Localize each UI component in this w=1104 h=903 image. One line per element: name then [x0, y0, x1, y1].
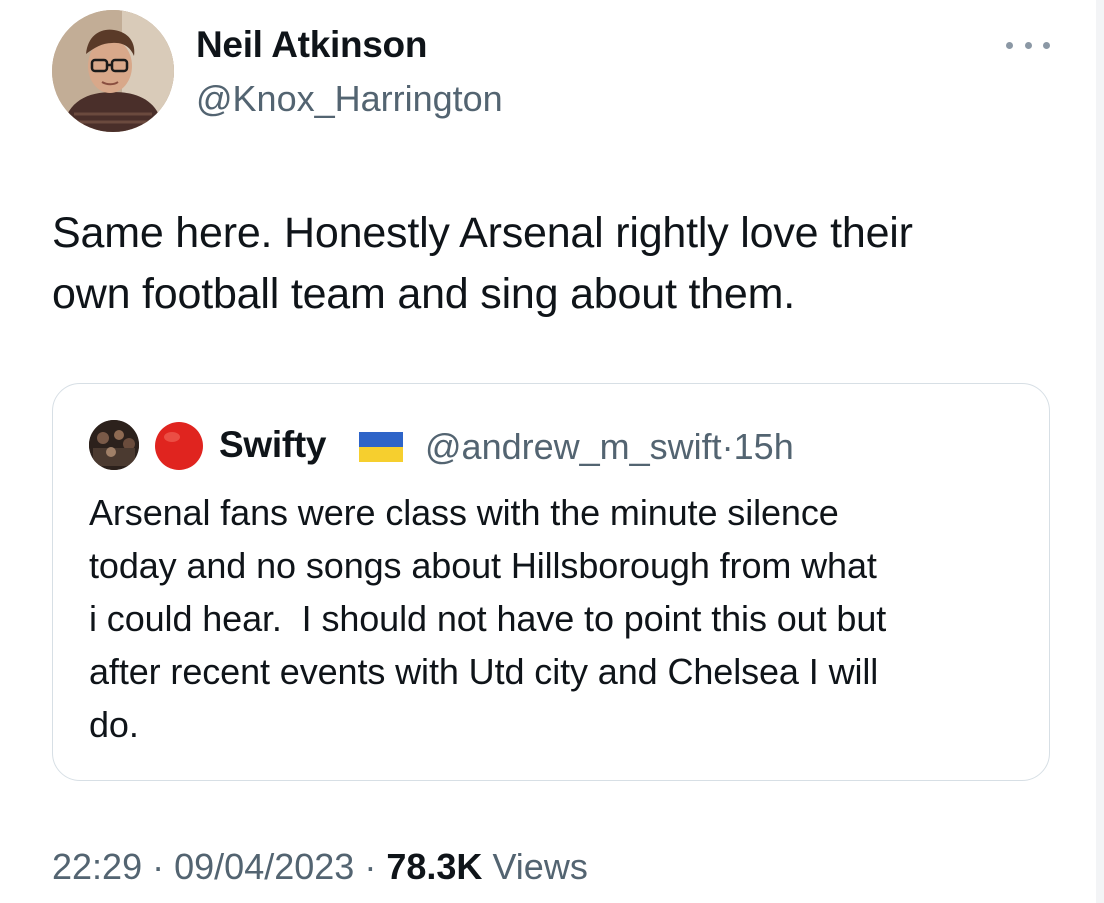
quoted-time-ago[interactable]: 15h [734, 426, 794, 467]
quoted-tweet-card[interactable]: Swifty @andrew_m_swift·15h Arsenal fans … [52, 383, 1050, 781]
quoted-avatar-image [89, 420, 139, 470]
more-options-button[interactable] [1006, 30, 1050, 60]
quoted-text-line: today and no songs about Hillsborough fr… [89, 545, 877, 586]
quoted-text-line: Arsenal fans were class with the minute … [89, 492, 839, 533]
quoted-author-avatar[interactable] [89, 420, 139, 470]
views-label: Views [492, 846, 588, 887]
tweet-meta: 22:29 · 09/04/2023 · 78.3K Views [52, 846, 588, 888]
more-horizontal-icon-dot [1043, 41, 1050, 49]
quoted-text-line: do. [89, 704, 139, 745]
more-horizontal-icon [1006, 41, 1013, 49]
tweet-text-line: Same here. Honestly Arsenal rightly love… [52, 209, 913, 257]
author-avatar-image [52, 10, 174, 132]
ukraine-flag-emoji [359, 432, 403, 462]
tweet-date[interactable]: 09/04/2023 [174, 846, 354, 887]
author-display-name[interactable]: Neil Atkinson [196, 24, 427, 66]
quoted-author-handle[interactable]: @andrew_m_swift [425, 426, 722, 467]
red-circle-emoji [155, 422, 203, 470]
author-avatar[interactable] [52, 10, 174, 132]
tweet-time[interactable]: 22:29 [52, 846, 142, 887]
meta-separator: · [364, 846, 377, 887]
more-horizontal-icon-dot [1024, 41, 1032, 49]
tweet-text: Same here. Honestly Arsenal rightly love… [52, 203, 1052, 325]
views-count: 78.3K [386, 846, 483, 887]
meta-separator: · [152, 846, 165, 887]
quoted-author-display-name[interactable]: Swifty [219, 424, 326, 466]
right-edge-divider [1096, 0, 1104, 903]
quoted-text-line: after recent events with Utd city and Ch… [89, 651, 879, 692]
meta-separator: · [721, 426, 734, 467]
quoted-author-meta: @andrew_m_swift·15h [425, 426, 794, 468]
tweet-text-line: own football team and sing about them. [52, 270, 795, 318]
quoted-text-line: i could hear. I should not have to point… [89, 598, 887, 639]
author-handle[interactable]: @Knox_Harrington [196, 78, 503, 120]
quoted-tweet-text: Arsenal fans were class with the minute … [89, 486, 1029, 751]
